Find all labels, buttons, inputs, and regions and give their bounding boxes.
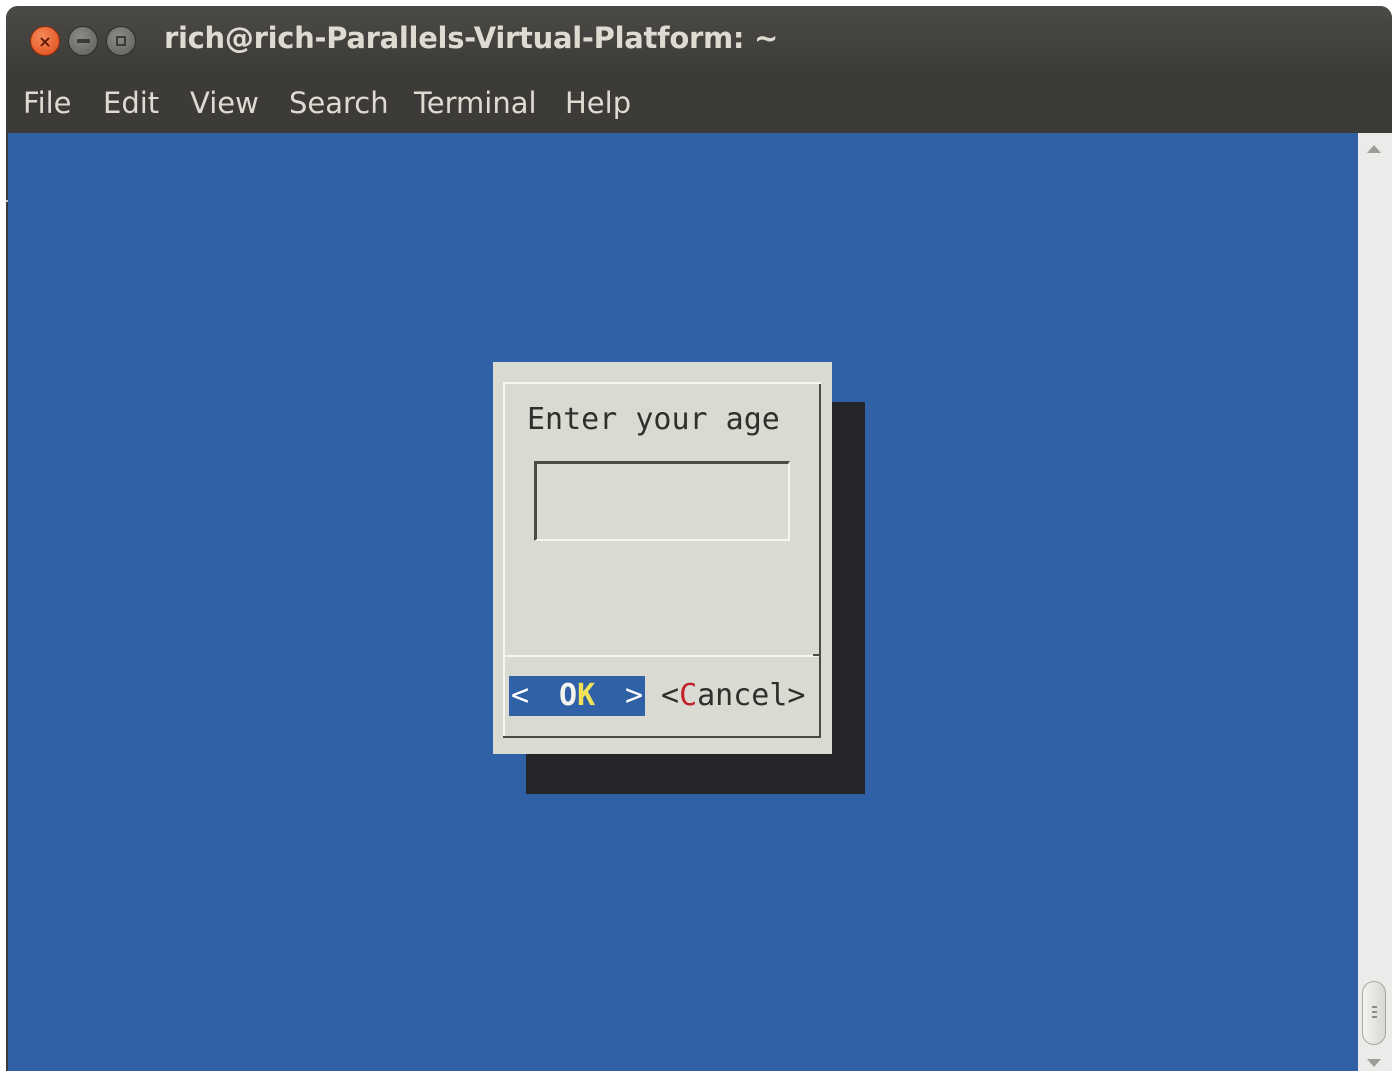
menu-help[interactable]: Help: [565, 86, 631, 120]
title-bar: × rich@rich-Parallels-Virtual-Platform: …: [6, 6, 1392, 76]
dialog-separator: [813, 654, 821, 656]
scrollbar[interactable]: [1358, 133, 1392, 1071]
minimize-icon[interactable]: [68, 26, 98, 56]
scroll-track[interactable]: [1362, 165, 1386, 1045]
dialog-separator: [505, 655, 819, 657]
dialog-border: [503, 382, 821, 384]
input-dialog: Enter your age < OK > <Cancel>: [493, 362, 832, 754]
ok-left-bracket: <: [511, 678, 530, 713]
ok-button[interactable]: < OK >: [509, 676, 645, 716]
menu-edit[interactable]: Edit: [103, 86, 159, 120]
window-title: rich@rich-Parallels-Virtual-Platform: ~: [164, 21, 778, 55]
ok-label: OK: [559, 676, 595, 716]
ok-hotkey: K: [577, 678, 596, 713]
menu-terminal[interactable]: Terminal: [414, 86, 537, 120]
cancel-rest: ancel>: [697, 678, 806, 713]
age-input[interactable]: [534, 461, 790, 541]
close-icon[interactable]: ×: [30, 26, 60, 56]
menu-bar: File Edit View Search Terminal Help: [6, 76, 1392, 202]
arrow-up-icon[interactable]: [1367, 145, 1381, 153]
ok-right-bracket: >: [625, 678, 644, 713]
maximize-icon[interactable]: [106, 26, 136, 56]
cancel-prefix: <: [661, 678, 680, 713]
minimize-glyph: [76, 39, 90, 43]
cancel-button[interactable]: <Cancel>: [661, 676, 806, 716]
menu-search[interactable]: Search: [289, 86, 389, 120]
maximize-glyph: [116, 36, 126, 46]
close-glyph: ×: [38, 31, 52, 51]
arrow-down-icon[interactable]: [1367, 1059, 1381, 1067]
grip-line: [1372, 1016, 1377, 1018]
dialog-border: [503, 382, 505, 738]
cancel-hotkey: C: [679, 678, 698, 713]
menu-file[interactable]: File: [23, 86, 72, 120]
dialog-border: [819, 384, 821, 738]
dialog-prompt: Enter your age: [527, 402, 780, 437]
menu-view[interactable]: View: [190, 86, 259, 120]
scroll-thumb[interactable]: [1362, 981, 1386, 1045]
grip-line: [1372, 1006, 1377, 1008]
grip-line: [1372, 1011, 1377, 1013]
ok-label-text: O: [559, 678, 578, 713]
